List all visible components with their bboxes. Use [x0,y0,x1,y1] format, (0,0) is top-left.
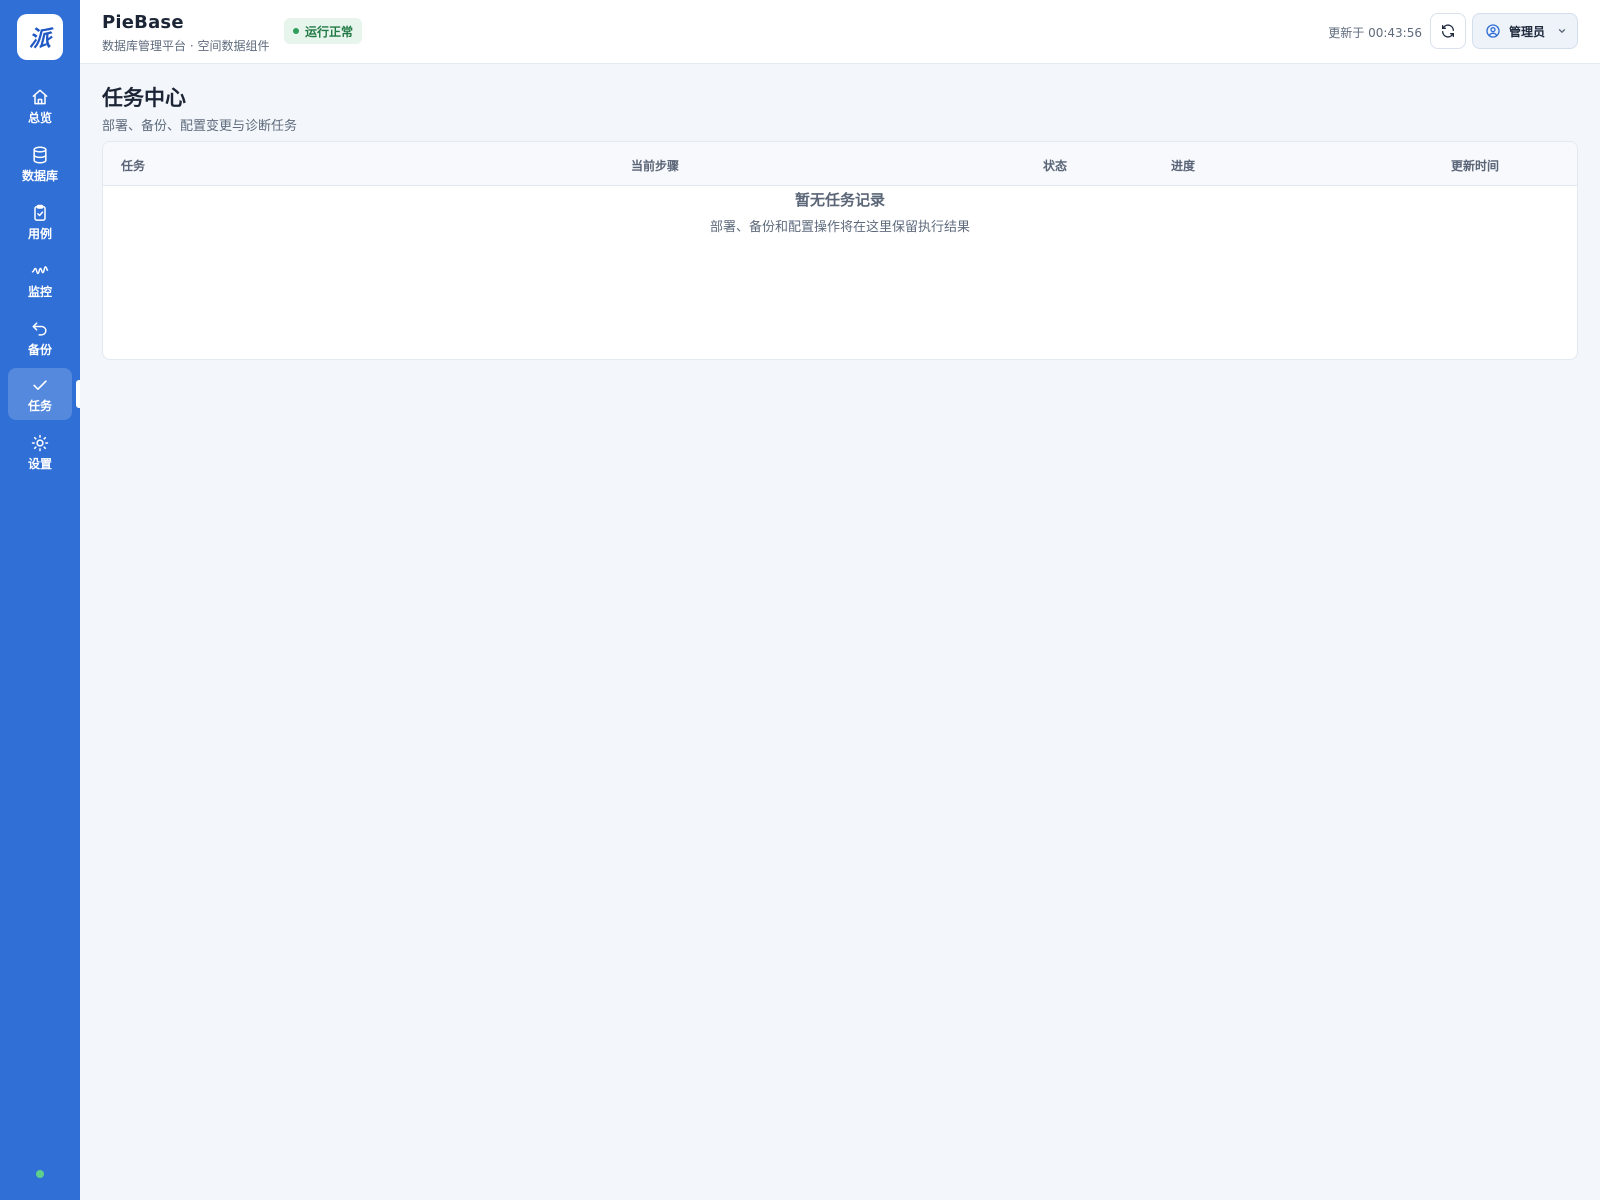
sidebar-item-settings[interactable]: 设置 [8,426,72,478]
table-header: 任务 当前步骤 状态 进度 更新时间 [103,142,1577,186]
empty-state-title: 暂无任务记录 [794,191,885,209]
top-header: PieBase 数据库管理平台 · 空间数据组件 运行正常 更新于 00:43:… [80,0,1600,64]
sidebar-item-label: 设置 [27,457,52,471]
check-icon [33,380,47,390]
refresh-button[interactable] [1430,13,1466,49]
column-header-task[interactable]: 任务 [121,157,145,174]
refresh-icon [1442,24,1454,38]
app-title: PieBase [102,12,184,33]
user-name: 管理员 [1509,24,1546,39]
tasks-table: 任务 当前步骤 状态 进度 更新时间 暂无任务记录 部署、备份和配置操作将在这里… [102,141,1578,360]
column-header-status[interactable]: 状态 [1043,157,1067,174]
column-header-progress[interactable]: 进度 [1171,157,1195,174]
status-badge: 运行正常 [284,18,363,44]
home-icon [32,89,48,105]
column-header-updated-time[interactable]: 更新时间 [1451,157,1499,174]
user-circle-icon [1486,24,1500,38]
sidebar-item-label: 总览 [27,111,52,125]
database-icon [33,146,47,164]
sidebar-item-cases[interactable]: 用例 [8,196,72,248]
app-subtitle: 数据库管理平台 · 空间数据组件 [102,39,270,53]
column-header-current-step[interactable]: 当前步骤 [631,157,679,174]
last-updated-text: 更新于 00:43:56 [1328,26,1422,40]
sidebar-item-overview[interactable]: 总览 [8,80,72,132]
app-logo[interactable]: 派 [17,14,63,60]
connection-status-dot [36,1170,44,1178]
sidebar-item-label: 备份 [27,343,52,357]
sidebar-item-label: 监控 [27,285,52,299]
status-badge-label: 运行正常 [305,24,354,39]
empty-state-subtitle: 部署、备份和配置操作将在这里保留执行结果 [709,220,970,235]
app-root: 派 总览 数据库 用例 监控 备份 任务 设置 PieBase 数据库管理平台 … [0,0,1600,1200]
sidebar-item-monitor[interactable]: 监控 [8,254,72,306]
sidebar-item-label: 数据库 [21,169,58,183]
sidebar-item-database[interactable]: 数据库 [8,138,72,190]
sidebar-item-tasks[interactable]: 任务 [8,368,72,420]
user-menu-button[interactable]: 管理员 [1472,13,1578,49]
page-subtitle: 部署、备份、配置变更与诊断任务 [102,119,298,134]
clipboard-icon [34,204,46,221]
status-dot [293,28,299,34]
sidebar-item-label: 任务 [27,399,52,413]
sidebar: 派 总览 数据库 用例 监控 备份 任务 设置 [0,0,80,1200]
sun-icon [31,434,49,452]
page-title: 任务中心 [102,86,186,110]
sidebar-item-backup[interactable]: 备份 [8,312,72,364]
active-nav-indicator [76,380,80,408]
undo-icon [32,322,47,336]
chevron-down-icon [1558,29,1566,33]
activity-icon [31,266,49,275]
logo-text: 派 [28,26,51,52]
sidebar-item-label: 用例 [27,227,52,241]
